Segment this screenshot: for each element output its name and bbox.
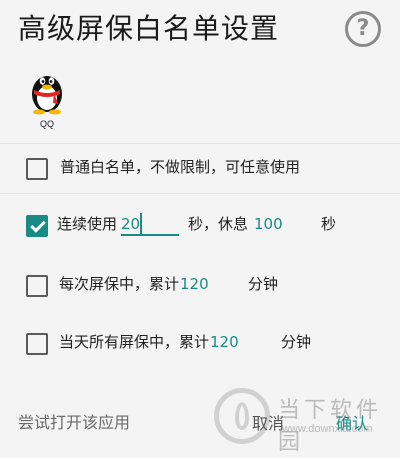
option-suffix: 分钟 (281, 333, 312, 351)
page-title: 高级屏保白名单设置 (18, 12, 280, 45)
option-per-screensaver[interactable]: 每次屏保中，累计 120 分钟 (0, 262, 400, 310)
per-screensaver-minutes-input[interactable]: 120 (180, 272, 209, 296)
option-suffix: 分钟 (248, 275, 279, 293)
option-prefix: 每次屏保中，累计 (59, 275, 180, 293)
cancel-button[interactable]: 取消 (252, 410, 284, 434)
option-prefix: 当天所有屏保中，累计 (59, 333, 210, 351)
option-continuous-use[interactable]: 连续使用 20 秒，休息 100 秒 (0, 202, 400, 250)
option-daily-total[interactable]: 当天所有屏保中，累计 120 分钟 (0, 320, 400, 368)
checkbox-continuous[interactable] (26, 215, 48, 237)
try-open-app-button[interactable]: 尝试打开该应用 (18, 409, 130, 433)
option-middle: 秒，休息 (188, 215, 249, 233)
continuous-seconds-input[interactable]: 20 (121, 212, 179, 236)
qq-penguin-icon (32, 76, 62, 115)
help-icon[interactable]: ? (345, 11, 381, 47)
option-prefix: 连续使用 (57, 215, 118, 233)
option-label: 普通白名单，不做限制，可任意使用 (60, 158, 301, 176)
text-cursor (140, 213, 142, 235)
option-normal-whitelist[interactable]: 普通白名单，不做限制，可任意使用 (0, 145, 400, 193)
rest-seconds-input[interactable]: 100 (254, 212, 283, 236)
app-entry-qq[interactable]: QQ (22, 66, 72, 136)
divider (0, 143, 400, 144)
option-suffix: 秒 (321, 215, 337, 233)
checkbox-daily-total[interactable] (26, 333, 48, 355)
confirm-button[interactable]: 确认 (336, 410, 368, 434)
daily-total-minutes-input[interactable]: 120 (210, 330, 239, 354)
checkbox-normal[interactable] (26, 158, 48, 180)
app-label: QQ (39, 119, 54, 129)
divider (0, 193, 400, 194)
header: 高级屏保白名单设置 ? (0, 0, 400, 58)
checkbox-per-screensaver[interactable] (26, 275, 48, 297)
